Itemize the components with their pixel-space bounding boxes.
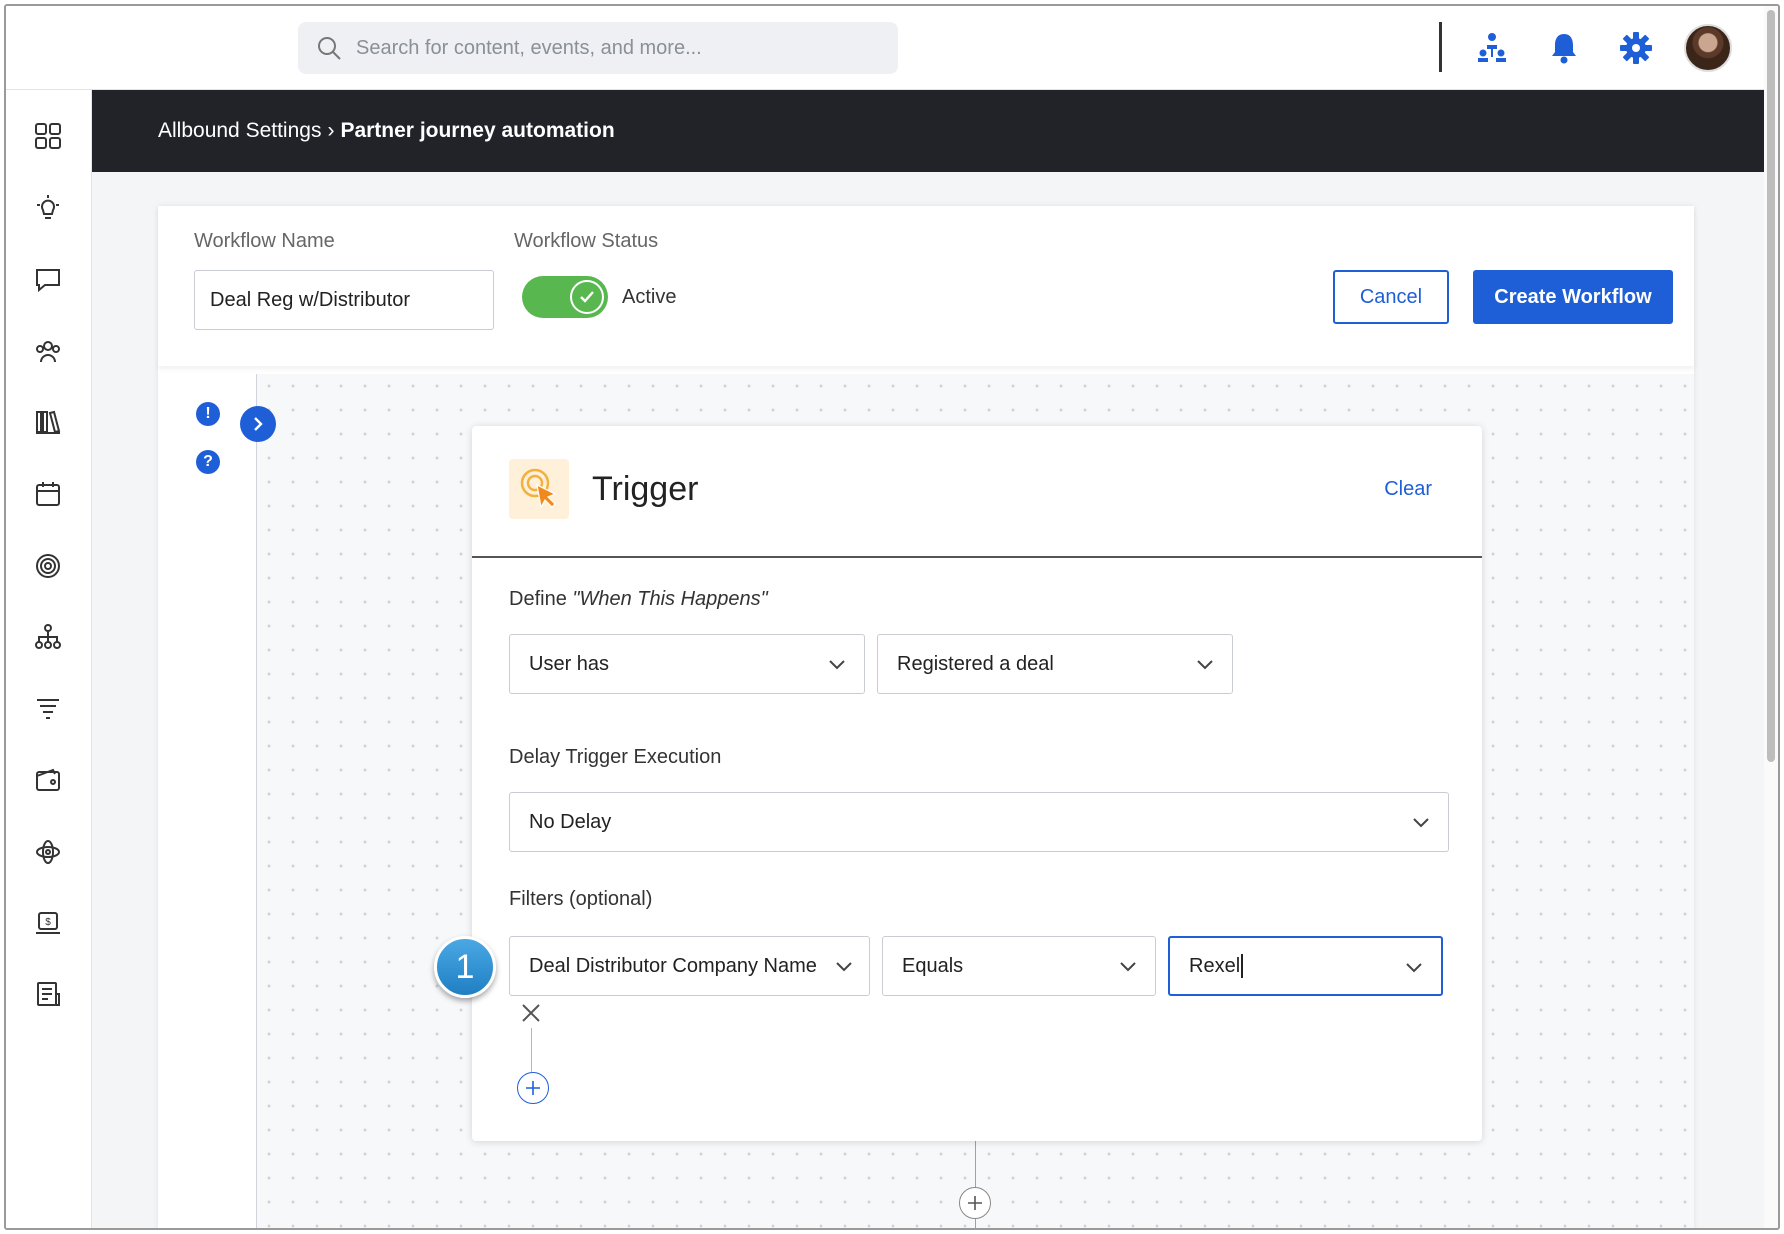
delay-select-value: No Delay [529, 810, 612, 833]
dashboard-icon[interactable] [28, 116, 68, 156]
top-header [6, 6, 1778, 90]
chevron-down-icon [836, 962, 852, 972]
plus-icon [968, 1196, 982, 1210]
step-number-badge: 1 [434, 936, 496, 998]
alert-icon[interactable]: ! [196, 402, 220, 426]
card-divider [472, 556, 1482, 558]
create-workflow-button[interactable]: Create Workflow [1473, 270, 1673, 324]
toggle-check-icon [570, 280, 604, 314]
org-chart-icon[interactable] [1470, 26, 1514, 70]
lightbulb-icon[interactable] [28, 188, 68, 228]
remove-filter-icon[interactable] [516, 998, 546, 1028]
subject-select[interactable]: User has [509, 634, 865, 694]
filter-value-select[interactable]: Rexel [1168, 936, 1443, 996]
delay-label: Delay Trigger Execution [509, 746, 722, 768]
payments-icon[interactable]: $ [28, 903, 68, 943]
clear-trigger-link[interactable]: Clear [1384, 478, 1432, 501]
search-icon [318, 37, 341, 60]
chevron-right-icon [254, 417, 263, 431]
chevron-down-icon [1413, 818, 1429, 828]
trigger-card: Trigger Clear Define "When This Happens"… [472, 426, 1482, 1141]
breadcrumb-parent[interactable]: Allbound Settings [158, 119, 321, 143]
event-select-value: Registered a deal [897, 652, 1054, 675]
help-icon[interactable]: ? [196, 450, 220, 474]
expand-panel-button[interactable] [240, 406, 276, 442]
filter-operator-select[interactable]: Equals [882, 936, 1156, 996]
bell-icon[interactable] [1542, 26, 1586, 70]
workflow-header: Workflow Name Workflow Status Active Can… [158, 206, 1694, 366]
workflow-name-input[interactable] [194, 270, 494, 330]
header-divider [1439, 22, 1442, 72]
define-label-prefix: Define [509, 588, 573, 610]
workflow-name-label: Workflow Name [194, 230, 335, 252]
workflow-status-text: Active [622, 286, 677, 308]
filter-connector-line [531, 1028, 532, 1072]
filter-operator-value: Equals [902, 954, 964, 977]
breadcrumb-separator: › [327, 119, 335, 142]
breadcrumb: Allbound Settings › Partner journey auto… [92, 90, 1764, 172]
community-icon[interactable] [28, 331, 68, 371]
integrations-icon[interactable] [28, 832, 68, 872]
filter-value-input[interactable]: Rexel [1189, 955, 1240, 978]
svg-text:$: $ [45, 917, 51, 928]
chevron-down-icon [1120, 962, 1136, 972]
library-icon[interactable] [28, 402, 68, 442]
cancel-button[interactable]: Cancel [1333, 270, 1449, 324]
hierarchy-icon[interactable] [28, 617, 68, 657]
search-input[interactable] [356, 36, 876, 60]
filter-field-select[interactable]: Deal Distributor Company Name [509, 936, 870, 996]
app-window: $ Allbound Settings › Partner journey au… [4, 4, 1780, 1230]
trigger-title: Trigger [592, 470, 699, 508]
define-label-emphasis: "When This Happens" [572, 588, 768, 610]
gear-icon[interactable] [1614, 26, 1658, 70]
left-sidebar: $ [6, 90, 92, 1228]
add-filter-button[interactable] [517, 1072, 549, 1104]
delay-select[interactable]: No Delay [509, 792, 1449, 852]
text-caret [1241, 954, 1244, 978]
define-label: Define "When This Happens" [509, 588, 768, 611]
chevron-down-icon [829, 660, 845, 670]
chevron-down-icon [1197, 660, 1213, 670]
event-select[interactable]: Registered a deal [877, 634, 1233, 694]
wallet-icon[interactable] [28, 760, 68, 800]
plus-icon [526, 1081, 540, 1095]
page-scrollbar-thumb[interactable] [1767, 10, 1775, 762]
workflow-status-label: Workflow Status [514, 230, 659, 252]
chevron-down-icon [1406, 963, 1422, 973]
user-avatar[interactable] [1684, 24, 1732, 72]
breadcrumb-current: Partner journey automation [340, 119, 615, 142]
target-icon[interactable] [28, 546, 68, 586]
chat-icon[interactable] [28, 260, 68, 300]
filter-icon[interactable] [28, 688, 68, 728]
global-search[interactable] [298, 22, 898, 74]
calendar-icon[interactable] [28, 474, 68, 514]
add-step-button[interactable] [959, 1187, 991, 1219]
workflow-status-toggle[interactable] [522, 276, 608, 318]
pointer-click-icon [509, 459, 569, 519]
filter-field-value: Deal Distributor Company Name [529, 954, 817, 977]
filters-label: Filters (optional) [509, 888, 653, 910]
reports-icon[interactable] [28, 974, 68, 1014]
subject-select-value: User has [529, 652, 610, 675]
